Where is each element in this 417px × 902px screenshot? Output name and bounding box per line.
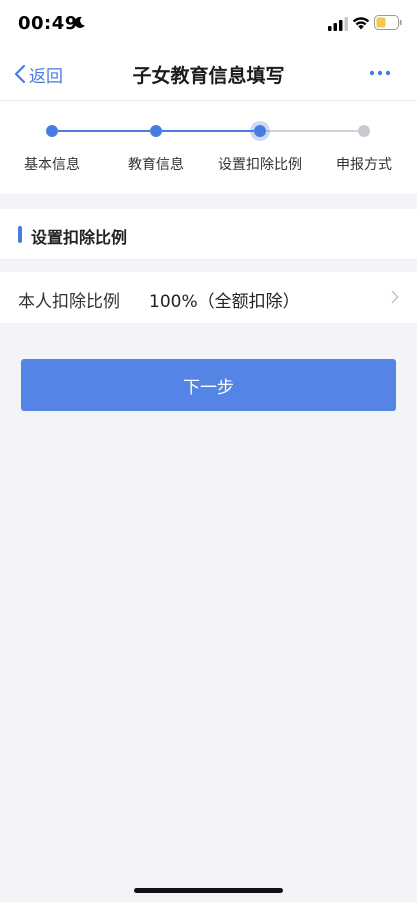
- step-label-filing-method: 申报方式: [336, 157, 392, 173]
- back-button[interactable]: 返回: [14, 60, 63, 88]
- step-connector: [162, 130, 254, 132]
- status-bar: 00:49: [0, 0, 417, 48]
- step-dot-filing-method: [358, 125, 370, 137]
- step-connector: [266, 130, 358, 132]
- deduction-ratio-row[interactable]: 本人扣除比例 100%（全额扣除）: [0, 272, 417, 323]
- battery-icon: [374, 15, 402, 30]
- step-label-education-info: 教育信息: [128, 157, 184, 173]
- deduction-ratio-value: 100%（全额扣除）: [149, 292, 300, 312]
- section-accent-bar: [18, 226, 22, 243]
- step-label-basic-info: 基本信息: [24, 157, 80, 173]
- wifi-icon: [352, 17, 370, 30]
- step-dot-education-info: [150, 125, 162, 137]
- signal-icon: [328, 17, 348, 31]
- step-progress: 基本信息 教育信息 设置扣除比例 申报方式: [0, 101, 417, 194]
- more-icon[interactable]: [369, 68, 391, 78]
- moon-icon: [74, 16, 85, 28]
- next-step-button[interactable]: 下一步: [21, 359, 396, 411]
- back-label: 返回: [29, 66, 63, 87]
- status-time: 00:49: [18, 13, 78, 34]
- section-title: 设置扣除比例: [31, 228, 128, 247]
- nav-bar: 返回 子女教育信息填写: [0, 48, 417, 101]
- chevron-right-icon: [391, 290, 399, 304]
- chevron-left-icon: [14, 64, 26, 84]
- step-label-deduction-ratio: 设置扣除比例: [218, 157, 302, 173]
- step-dot-deduction-ratio: [254, 125, 266, 137]
- home-indicator: [134, 888, 283, 893]
- step-connector: [58, 130, 150, 132]
- section-header: 设置扣除比例: [0, 209, 417, 260]
- step-dot-basic-info: [46, 125, 58, 137]
- deduction-ratio-label: 本人扣除比例: [18, 292, 120, 312]
